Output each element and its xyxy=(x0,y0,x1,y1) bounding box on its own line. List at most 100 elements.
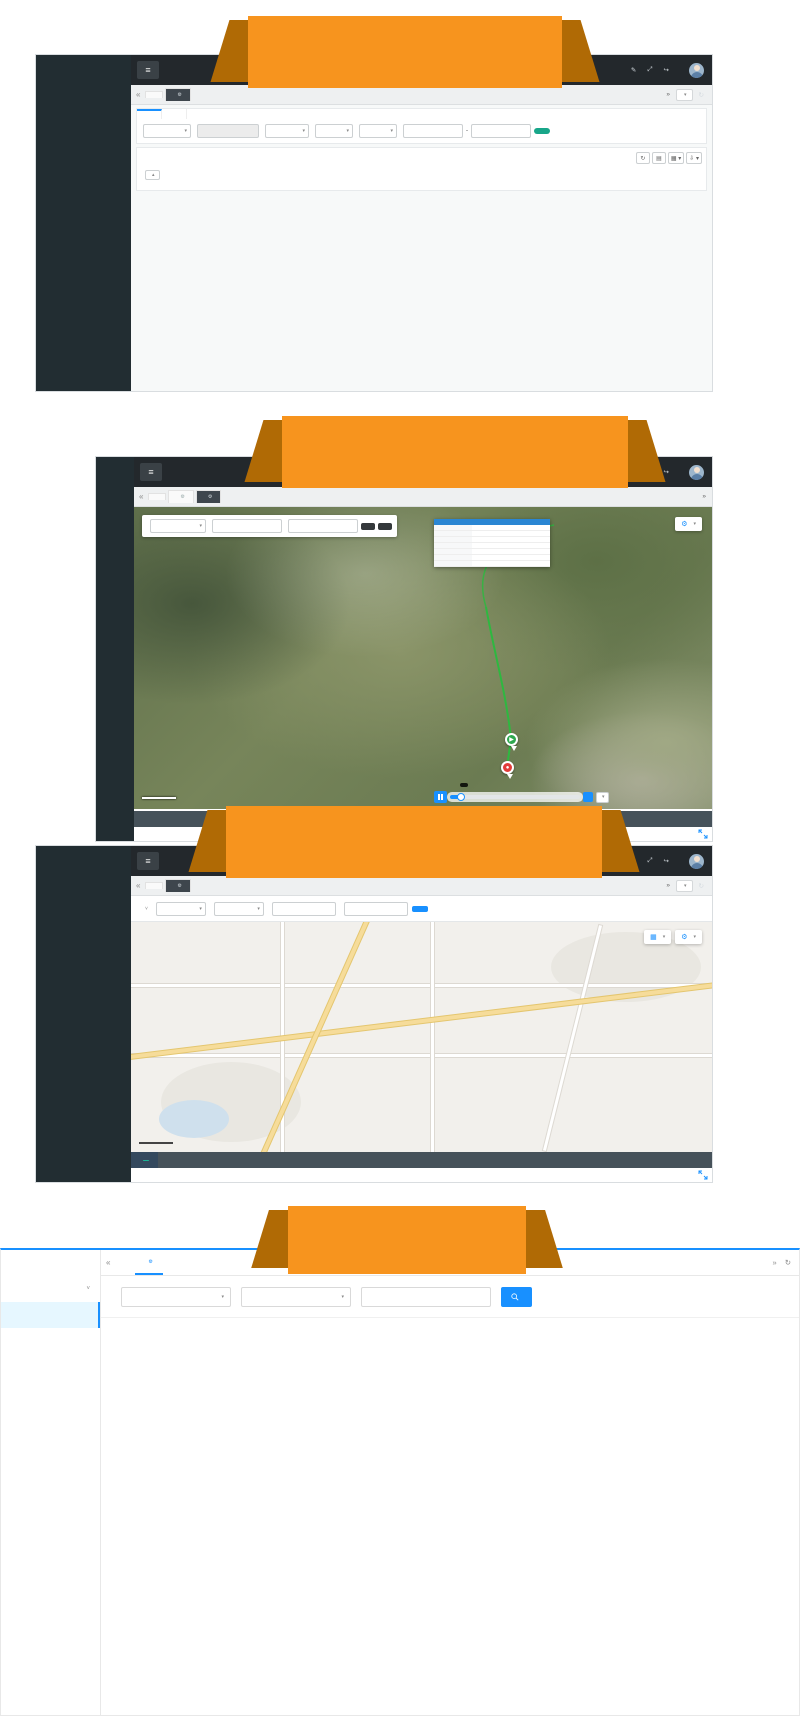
tabs-scroll-right-icon[interactable]: » xyxy=(702,493,706,500)
sidebar-item-lock-management[interactable] xyxy=(1,1380,100,1406)
type-select[interactable]: ▾ xyxy=(214,902,264,916)
handled-filter-select[interactable]: ▾ xyxy=(359,124,397,138)
playback-speed-select[interactable]: ▾ xyxy=(596,792,609,803)
tab-map-mode[interactable] xyxy=(115,1250,135,1275)
query-button[interactable] xyxy=(501,1287,532,1307)
tabs-scroll-right-icon[interactable]: » xyxy=(773,1258,777,1267)
tab-track-playback[interactable]: ⚙ xyxy=(196,490,221,503)
type-filter-select[interactable]: ▾ xyxy=(265,124,309,138)
wrench-icon: ⚙ xyxy=(681,520,687,528)
expand-icon[interactable] xyxy=(698,829,708,839)
current-marker[interactable]: ● xyxy=(501,761,514,774)
logout-link[interactable]: ↪ xyxy=(664,66,671,74)
alarm-heatmap[interactable]: ▦▾ ⚙▾ xyxy=(131,922,712,1154)
page-tabbar: « ⚙ » ▾ ↻ xyxy=(131,876,712,896)
pause-button[interactable] xyxy=(434,791,447,803)
tabs-scroll-right-icon[interactable]: » xyxy=(666,882,670,889)
track-polyline xyxy=(134,507,712,809)
menu-toggle-icon[interactable]: ≡ xyxy=(137,852,159,870)
change-password-link[interactable]: ✎ xyxy=(631,66,638,74)
gear-icon[interactable]: ⚙ xyxy=(180,494,184,500)
sidebar-item-level-management[interactable] xyxy=(1,1406,100,1432)
logout-link[interactable]: ↪ xyxy=(664,857,671,865)
gear-icon[interactable]: ⚙ xyxy=(177,92,181,98)
per-page-select[interactable]: ▴ xyxy=(145,170,160,180)
page-tabbar: « ⚙ » ▾ ↻ xyxy=(131,85,712,105)
vehicle-popup xyxy=(434,519,550,567)
alarm-count-badge xyxy=(143,1160,149,1161)
playback-stop-button[interactable] xyxy=(583,792,593,802)
fullscreen-link[interactable]: ⤢ xyxy=(647,857,654,865)
zone-select[interactable]: ▾ xyxy=(121,1287,231,1307)
expand-icon[interactable] xyxy=(698,1170,708,1180)
tab-operations-button[interactable]: ▾ xyxy=(676,89,693,101)
tab-home[interactable] xyxy=(145,91,163,98)
export-icon[interactable]: ⇩ ▾ xyxy=(686,152,702,164)
subtab-video-alarm[interactable] xyxy=(162,109,187,119)
toolbar-button[interactable]: ⚙▾ xyxy=(675,517,702,531)
refresh-button[interactable]: ↻ xyxy=(785,1258,791,1267)
time-from-input[interactable] xyxy=(272,902,336,916)
sidebar-item-map-mode[interactable] xyxy=(1,1250,100,1276)
time-from-input[interactable] xyxy=(403,124,463,138)
logout-link[interactable]: ↪ xyxy=(664,468,671,476)
query-button[interactable] xyxy=(361,523,375,530)
sidebar-item-unload-point[interactable] xyxy=(1,1354,100,1380)
satellite-map[interactable]: ▾ ⚙▾ ▶ ● xyxy=(134,507,712,809)
avatar[interactable] xyxy=(689,854,704,869)
tab-home[interactable] xyxy=(145,882,163,889)
avatar[interactable] xyxy=(689,465,704,480)
time-from-input[interactable] xyxy=(212,519,282,533)
alarm-info-tab[interactable] xyxy=(131,1152,158,1168)
refresh-table-icon[interactable]: ↻ xyxy=(636,152,650,164)
subtab-timeout-alarm[interactable] xyxy=(137,109,162,119)
sidebar-item-cargo-point[interactable] xyxy=(1,1302,100,1328)
plate-select[interactable]: ▾ xyxy=(156,902,206,916)
toolbar-button[interactable]: ⚙▾ xyxy=(675,930,702,944)
menu-toggle-icon[interactable]: ≡ xyxy=(137,61,159,79)
tab-alarm-processing[interactable]: ⚙ xyxy=(165,88,190,101)
screenshot-track-playback: ≡ ✎ ⤢ ↪ « ⚙ ⚙ » ▾ xyxy=(95,456,713,842)
level-filter-select[interactable]: ▾ xyxy=(315,124,353,138)
time-to-input[interactable] xyxy=(344,902,408,916)
tabs-scroll-left-icon[interactable]: « xyxy=(131,881,145,890)
tab-home[interactable] xyxy=(148,493,166,500)
sidebar-item-transport-vehicle[interactable] xyxy=(1,1328,100,1354)
tab-operations-button[interactable]: ▾ xyxy=(676,880,693,892)
tab-alarm-map[interactable]: ⚙ xyxy=(165,879,190,892)
banner-track-playback xyxy=(282,416,628,488)
menu-toggle-icon[interactable]: ≡ xyxy=(140,463,162,481)
tab-alarm-processing[interactable]: ⚙ xyxy=(168,490,193,503)
playback-slider[interactable] xyxy=(450,795,580,799)
fullscreen-link[interactable]: ⤢ xyxy=(647,66,654,74)
columns-icon[interactable]: ▦ ▾ xyxy=(668,152,684,164)
plate-filter-select[interactable]: ▾ xyxy=(143,124,191,138)
well-select[interactable]: ▾ xyxy=(241,1287,351,1307)
screenshot-oil-points: ˅ « ⚙ » ↻ ▾ ▾ xyxy=(0,1248,800,1716)
refresh-button[interactable]: ↻ xyxy=(699,882,706,890)
avatar[interactable] xyxy=(689,63,704,78)
alarm-filter-bar: ▾ ▾ ▾ ▾ - xyxy=(136,119,707,144)
start-marker[interactable]: ▶ xyxy=(505,733,518,746)
sidebar-item-list-mode[interactable]: ˅ xyxy=(1,1276,100,1302)
query-button[interactable] xyxy=(412,906,428,912)
gear-icon[interactable]: ⚙ xyxy=(177,883,181,889)
page-tabbar: « ⚙ ⚙ » xyxy=(134,487,712,507)
tab-cargo-point[interactable]: ⚙ xyxy=(135,1250,162,1275)
org-filter-input[interactable] xyxy=(197,124,259,138)
gear-icon[interactable]: ⚙ xyxy=(148,1259,152,1265)
tank-code-input[interactable] xyxy=(361,1287,491,1307)
list-view-icon[interactable]: ▤ xyxy=(652,152,666,164)
time-to-input[interactable] xyxy=(288,519,358,533)
tabs-scroll-left-icon[interactable]: « xyxy=(131,90,145,99)
tabs-scroll-left-icon[interactable]: « xyxy=(134,492,148,501)
plate-select[interactable]: ▾ xyxy=(150,519,206,533)
time-to-input[interactable] xyxy=(471,124,531,138)
query-button[interactable] xyxy=(534,128,550,134)
refresh-button[interactable]: ↻ xyxy=(699,91,706,99)
tabs-scroll-right-icon[interactable]: » xyxy=(666,91,670,98)
gear-icon[interactable]: ⚙ xyxy=(208,494,212,500)
tabs-scroll-left-icon[interactable]: « xyxy=(101,1258,115,1267)
legend-button[interactable]: ▦▾ xyxy=(644,930,671,944)
video-monitor-button[interactable] xyxy=(378,523,392,530)
